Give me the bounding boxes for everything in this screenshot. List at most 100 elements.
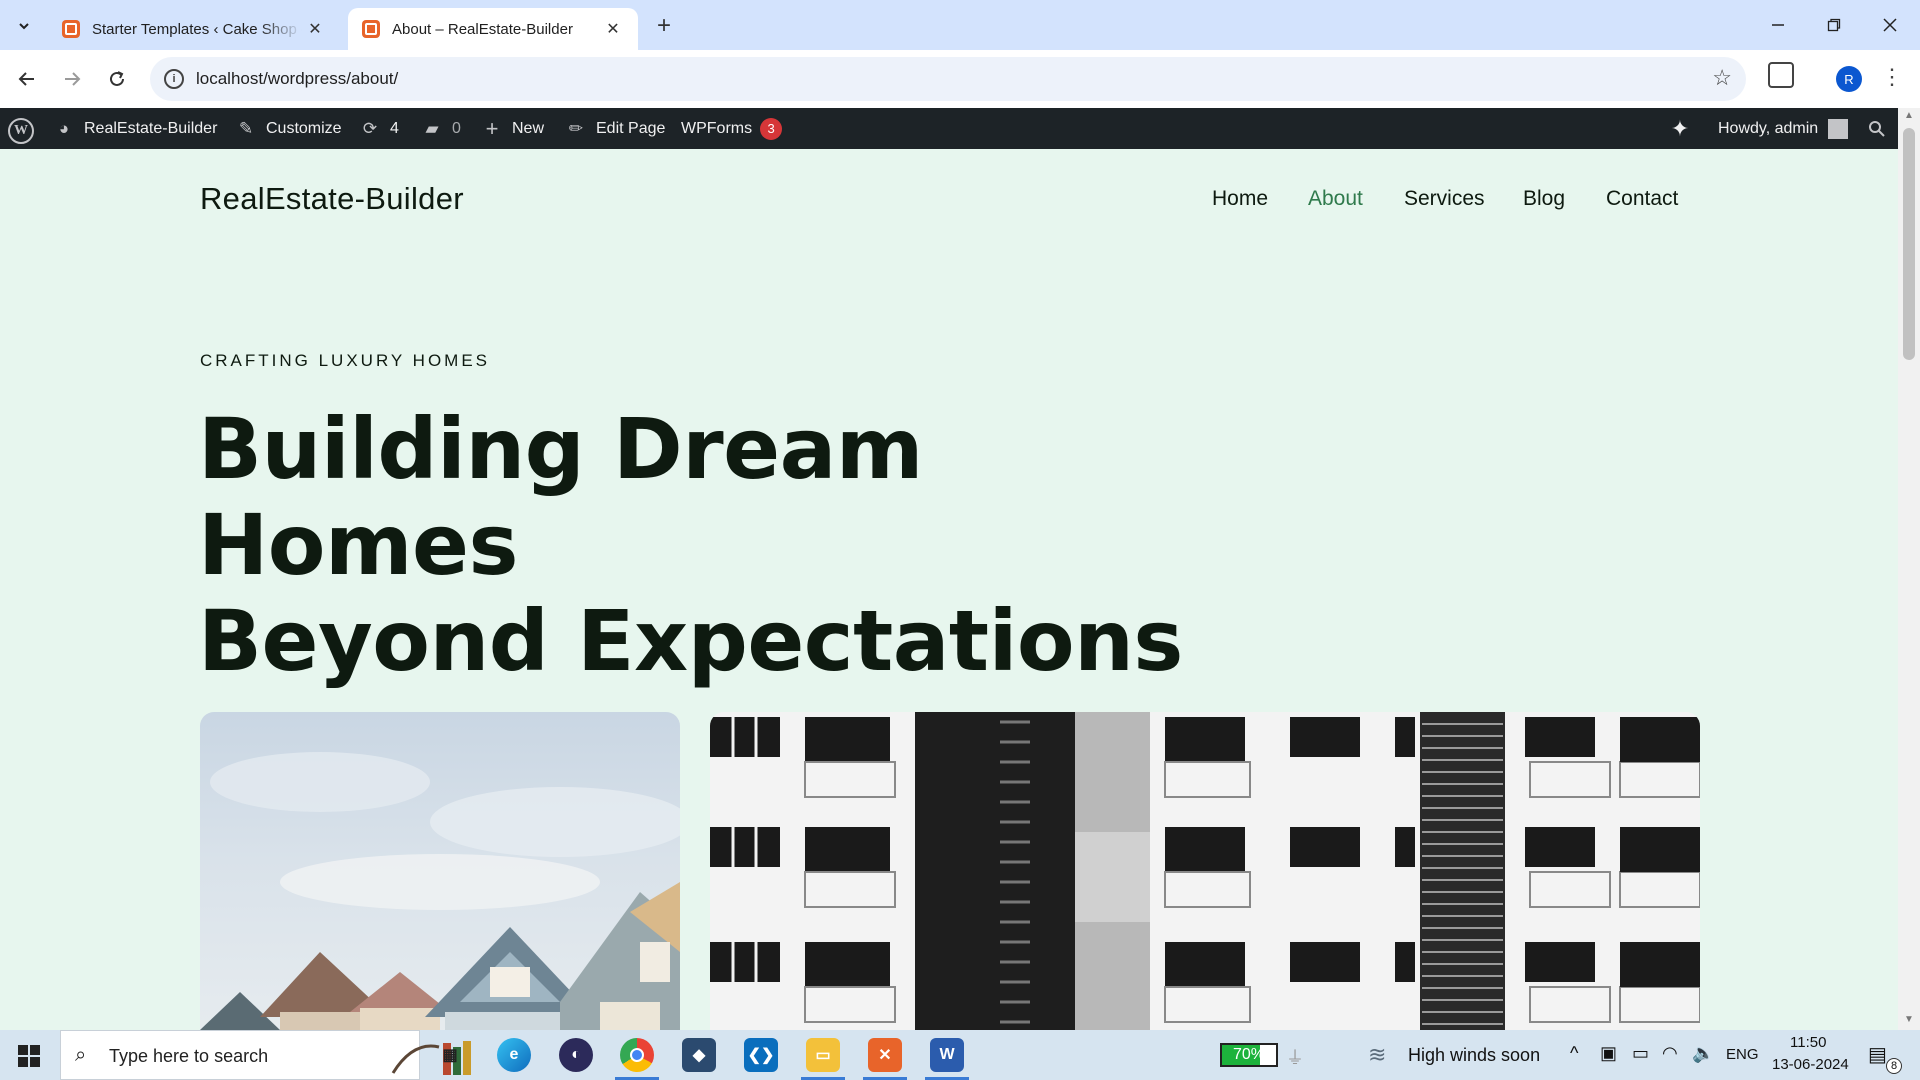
clock-date[interactable]: 13-06-2024 <box>1772 1056 1849 1073</box>
wp-admin-bar: W ◕ RealEstate-Builder ✎ Customize ⟳ 4 ▰… <box>0 108 1898 149</box>
comments-count: 0 <box>452 119 461 137</box>
xampp-favicon-icon <box>362 20 380 38</box>
reload-button[interactable] <box>100 62 134 96</box>
battery-percent: 70% <box>1232 1046 1266 1063</box>
nav-contact[interactable]: Contact <box>1606 187 1678 211</box>
mysql-workbench-icon[interactable]: ◆ <box>682 1038 716 1072</box>
browser-menu-icon[interactable]: ⋮ <box>1881 62 1903 92</box>
tab-search-button[interactable] <box>10 12 38 40</box>
extensions-icon[interactable] <box>1768 62 1794 88</box>
edge-browser-icon[interactable]: e <box>497 1038 531 1072</box>
profile-avatar[interactable]: R <box>1836 66 1862 92</box>
admin-bar-edit-page[interactable]: ✏ Edit Page <box>566 108 666 149</box>
admin-bar-search[interactable] <box>1868 108 1886 149</box>
headline-line-1: Building Dream Homes <box>198 400 923 594</box>
word-icon[interactable]: W <box>930 1038 964 1072</box>
nav-about[interactable]: About <box>1308 187 1363 211</box>
url-text[interactable]: localhost/wordpress/about/ <box>196 69 398 89</box>
restore-button[interactable] <box>1814 10 1854 40</box>
pencil-icon: ✏ <box>568 118 584 138</box>
battery-tray-icon[interactable]: ▭ <box>1632 1043 1649 1064</box>
browser-tab[interactable]: Starter Templates ‹ Cake Shop – ✕ <box>48 8 340 50</box>
browser-toolbar: i localhost/wordpress/about/ ☆ <box>0 50 1920 108</box>
taskbar-search-box[interactable]: ⌕ Type here to search <box>60 1030 471 1080</box>
hero-eyebrow: CRAFTING LUXURY HOMES <box>200 351 491 370</box>
site-title-link[interactable]: RealEstate-Builder <box>200 181 464 217</box>
minimize-icon <box>1772 24 1784 26</box>
show-hidden-icons-chevron-icon[interactable]: ^ <box>1570 1043 1578 1064</box>
admin-bar-updates[interactable]: ⟳ 4 <box>360 108 399 149</box>
charging-plug-icon: ⏚ <box>1286 1048 1304 1068</box>
comment-icon: ▰ <box>425 118 439 138</box>
close-tab-icon[interactable]: ✕ <box>304 18 326 40</box>
sparkle-icon: ✦ <box>1670 115 1690 141</box>
task-view-icon[interactable]: ▦ <box>433 1038 467 1072</box>
admin-bar-site-label: RealEstate-Builder <box>84 119 218 137</box>
nav-blog[interactable]: Blog <box>1523 187 1565 211</box>
address-bar[interactable]: i localhost/wordpress/about/ ☆ <box>150 57 1746 101</box>
admin-bar-new-label: New <box>512 119 545 137</box>
notification-center-icon[interactable]: ▤ <box>1868 1042 1887 1067</box>
updates-icon: ⟳ <box>362 118 378 138</box>
file-explorer-icon[interactable]: ▭ <box>806 1038 840 1072</box>
windows-start-icon[interactable] <box>18 1045 40 1067</box>
arrow-right-icon <box>65 72 81 86</box>
admin-bar-comments[interactable]: ▰ 0 <box>422 108 461 149</box>
admin-bar-customize[interactable]: ✎ Customize <box>236 108 342 149</box>
paintbrush-icon: ✎ <box>238 118 254 138</box>
chevron-down-icon <box>19 23 29 30</box>
scrollbar-thumb[interactable] <box>1903 128 1915 360</box>
eclipse-icon[interactable]: ◐ <box>559 1038 593 1072</box>
xampp-icon[interactable]: ✕ <box>868 1038 902 1072</box>
scroll-up-icon[interactable]: ▲ <box>1904 110 1914 121</box>
nav-services[interactable]: Services <box>1404 187 1485 211</box>
weather-text[interactable]: High winds soon <box>1408 1045 1540 1066</box>
updates-count: 4 <box>390 119 399 137</box>
admin-bar-new[interactable]: + New <box>482 108 544 149</box>
bookmark-star-icon[interactable]: ☆ <box>1712 65 1732 91</box>
clock-time[interactable]: 11:50 <box>1790 1034 1826 1051</box>
close-icon <box>1883 18 1897 32</box>
tab-title: About – RealEstate-Builder <box>392 20 573 38</box>
reload-icon <box>110 71 124 86</box>
user-avatar <box>1828 118 1849 139</box>
chrome-icon[interactable] <box>620 1038 654 1072</box>
admin-bar-customize-label: Customize <box>266 119 342 137</box>
houses-illustration <box>200 752 680 1030</box>
tab-title: Starter Templates ‹ Cake Shop – <box>92 20 302 38</box>
wind-weather-icon[interactable]: ≋ <box>1368 1042 1386 1068</box>
dashboard-icon: ◕ <box>58 118 70 138</box>
back-button[interactable] <box>10 62 44 96</box>
site-info-icon[interactable]: i <box>164 69 184 89</box>
language-indicator[interactable]: ENG <box>1726 1046 1759 1063</box>
minimize-button[interactable] <box>1758 10 1798 40</box>
meet-now-icon[interactable]: ▣ <box>1600 1043 1617 1064</box>
wordpress-logo-icon[interactable]: W <box>8 118 34 144</box>
admin-bar-wpforms[interactable]: WPForms 3 <box>681 108 783 149</box>
taskbar-search-placeholder: Type here to search <box>109 1046 269 1066</box>
new-tab-button[interactable]: + <box>650 12 678 40</box>
nav-home[interactable]: Home <box>1212 187 1268 211</box>
ai-sparkle-button[interactable]: ✦ <box>1670 108 1700 149</box>
apartment-building-image <box>710 712 1700 1030</box>
forward-button[interactable] <box>55 62 89 96</box>
admin-bar-edit-page-label: Edit Page <box>596 119 666 137</box>
notification-count-badge: 8 <box>1886 1058 1902 1074</box>
scroll-down-icon[interactable]: ▼ <box>1904 1014 1914 1025</box>
headline-line-2: Beyond Expectations <box>198 592 1183 690</box>
admin-bar-site[interactable]: ◕ RealEstate-Builder <box>54 108 218 149</box>
building-illustration <box>710 712 1700 1030</box>
close-tab-icon[interactable]: ✕ <box>602 18 624 40</box>
page-scrollbar[interactable]: ▲ ▼ <box>1898 108 1920 1030</box>
battery-indicator[interactable]: 70% <box>1220 1043 1278 1067</box>
close-window-button[interactable] <box>1870 10 1910 40</box>
xampp-favicon-icon <box>62 20 80 38</box>
howdy-label: Howdy, admin <box>1718 119 1819 137</box>
plus-icon: + <box>485 115 499 141</box>
volume-icon[interactable]: 🔈 <box>1692 1043 1714 1064</box>
browser-tab-active[interactable]: About – RealEstate-Builder ✕ <box>348 8 638 50</box>
hero-headline: Building Dream Homes Beyond Expectations <box>198 401 1198 689</box>
admin-bar-my-account[interactable]: Howdy, admin <box>1718 108 1849 149</box>
vscode-icon[interactable]: ❮❯ <box>744 1038 778 1072</box>
wifi-icon[interactable]: ◠ <box>1662 1043 1678 1064</box>
